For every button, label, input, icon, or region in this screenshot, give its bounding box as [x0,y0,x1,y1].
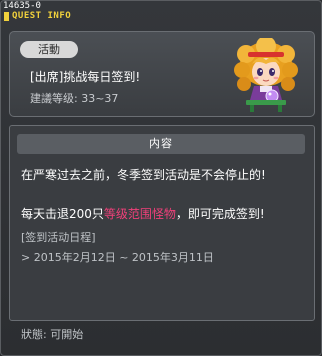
content-header: 内容 [17,134,305,154]
description-line-2-prefix: 每天击退200只 [21,207,104,221]
schedule-title: [签到活动日程] [21,231,96,244]
quest-id: 14635-0 [3,1,41,11]
quest-content-panel: 内容 [9,125,315,321]
category-badge: 活動 [20,41,78,58]
quest-status: 狀態: 可開始 [21,328,84,341]
level-requirement: 建議等级: 33~37 [30,92,119,105]
quest-header-panel: 活動 [出席]挑战每日签到! 建議等级: 33~37 [9,31,315,117]
description-line-2-suffix: ，即可完成签到! [175,207,265,221]
window-title: QUEST INFO [12,11,72,21]
quest-info-window: 14635-0 QUEST INFO 活動 [出席]挑战每日签到! 建議等级: … [0,0,322,356]
description-line-1: 在严寒过去之前，冬季签到活动是不会停止的! [21,168,266,182]
monster-range-highlight: 等级范围怪物 [103,207,176,221]
description-line-2: 每天击退200只等级范围怪物，即可完成签到! [21,206,265,222]
npc-portrait-icon [234,38,298,112]
schedule-dates: > 2015年2月12日 ~ 2015年3月11日 [21,251,214,264]
title-mark-icon [4,12,9,21]
quest-name: [出席]挑战每日签到! [30,70,141,84]
